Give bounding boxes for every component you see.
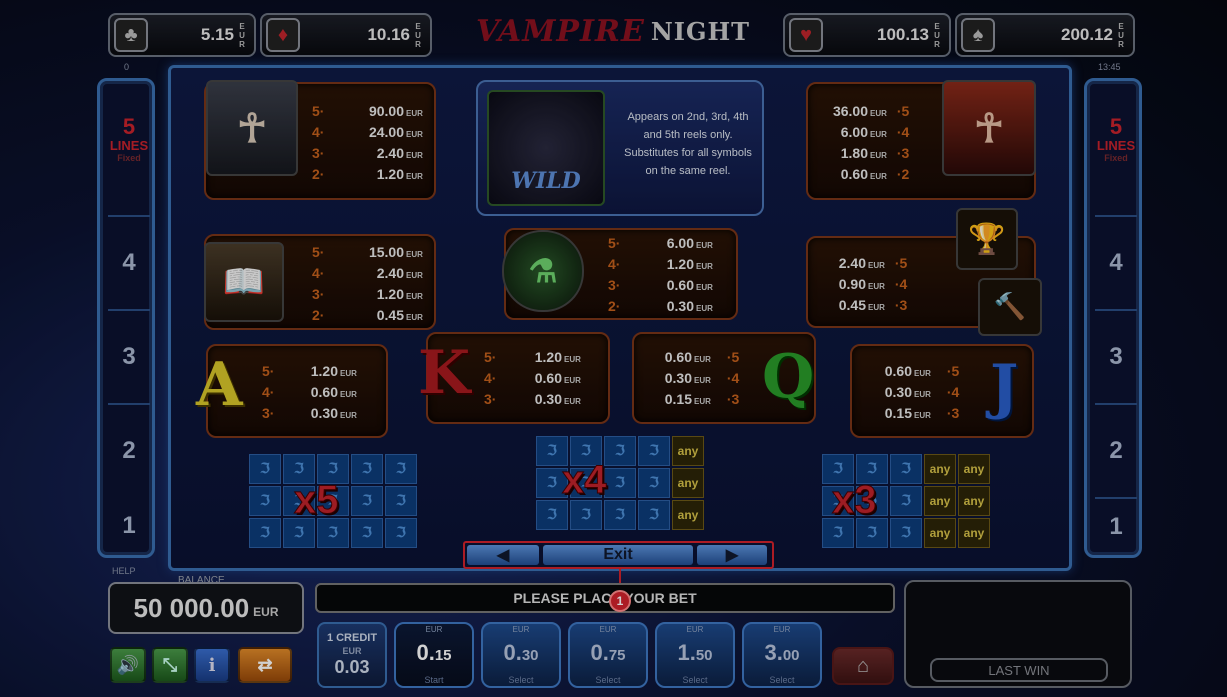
paytable-nav: ◀ Exit ▶ [463, 541, 774, 569]
balance-currency: EUR [253, 605, 279, 619]
line-number: 2 [108, 403, 150, 497]
jack-payouts: 0.60 EUR ·5 0.30 EUR ·4 0.15 EUR ·3 [884, 363, 960, 421]
sound-icon[interactable]: 🔊 [110, 647, 146, 683]
line-number: 1 [122, 512, 136, 539]
jackpot-currency: EUR [1118, 21, 1124, 49]
game-logo: VAMPIRE NIGHT [476, 10, 749, 52]
wild-wolf-icon: WILD [487, 90, 605, 206]
jackpot-clubs: ♣ 5.15 EUR [108, 13, 256, 57]
king-payouts: 5· 1.20 EUR 4· 0.60 EUR 3· 0.30 EUR [484, 349, 581, 407]
home-icon[interactable]: ⌂ [832, 647, 894, 685]
line-number: 4 [1095, 215, 1137, 309]
last-win-panel: LAST WIN [904, 580, 1132, 688]
line-number: 3 [108, 309, 150, 403]
book-payouts: 5· 15.00 EUR 4· 2.40 EUR 3· 1.20 EUR 2· 0.45 EUR [312, 244, 423, 323]
queen-letter-icon: Q [762, 342, 815, 412]
credit-display: 1 CREDIT EUR 0.03 [317, 622, 387, 688]
jackpot-spades: ♠ 200.12 EUR [955, 13, 1135, 57]
ace-letter-icon: A [196, 350, 243, 420]
jack-letter-icon: J [990, 352, 1019, 422]
lines-header: 5 LINES Fixed [1096, 114, 1136, 164]
next-page-button[interactable]: ▶ [697, 545, 767, 565]
logo-night: NIGHT [650, 16, 751, 46]
multiplier-x3: x3 [832, 478, 877, 523]
hearts-icon: ♥ [789, 18, 823, 52]
bet-button-0-75[interactable]: EUR 0.75 Select [568, 622, 648, 688]
jackpot-currency: EUR [239, 21, 245, 49]
last-win-label: LAST WIN [930, 658, 1108, 682]
lines-header: 5 LINES Fixed [109, 114, 149, 164]
jackpot-diamonds: ♦ 10.16 EUR [260, 13, 432, 57]
ace-payouts: 5· 1.20 EUR 4· 0.60 EUR 3· 0.30 EUR [262, 363, 357, 421]
spades-icon: ♠ [961, 18, 995, 52]
vampire-female-payouts: 36.00 EUR ·5 6.00 EUR ·4 1.80 EUR ·3 0.60 EUR ·2 [832, 103, 910, 182]
exit-button[interactable]: Exit [543, 545, 693, 565]
bet-button-1-50[interactable]: EUR 1.50 Select [655, 622, 735, 688]
jackpot-value: 100.13 [877, 25, 929, 44]
diamonds-icon: ♦ [266, 18, 300, 52]
bet-button-0-15[interactable]: EUR 0.15 Start [394, 622, 474, 688]
info-icon[interactable]: i [194, 647, 230, 683]
jackpot-currency: EUR [934, 21, 940, 49]
clubs-icon: ♣ [114, 18, 148, 52]
clock: 13:45 [1098, 62, 1121, 72]
jackpot-value: 5.15 [200, 25, 234, 44]
wild-description: Appears on 2nd, 3rd, 4th and 5th reels o… [624, 111, 752, 177]
king-letter-icon: K [418, 338, 471, 408]
lines-panel-left: 5 LINES Fixed 4 3 2 1 [97, 78, 155, 558]
potion-payouts: 5· 6.00 EUR 4· 1.20 EUR 3· 0.60 EUR 2· 0.30 EUR [608, 235, 713, 314]
jackpot-currency: EUR [415, 21, 421, 49]
line-number: 2 [1095, 403, 1137, 497]
potion-icon: ⚗ [502, 230, 584, 312]
chalice-stake-payouts: 2.40 EUR ·5 0.90 EUR ·4 0.45 EUR ·3 [838, 255, 908, 313]
bet-button-3-00[interactable]: EUR 3.00 Select [742, 622, 822, 688]
queen-payouts: 0.60 EUR ·5 0.30 EUR ·4 0.15 EUR ·3 [664, 349, 740, 407]
multiplier-x4: x4 [562, 458, 607, 503]
fullscreen-icon[interactable]: ⤡ [152, 647, 188, 683]
vampire-female-icon: ☥ [942, 80, 1036, 176]
gamble-icon[interactable]: ⇄ [238, 647, 292, 683]
line-number: 3 [1095, 309, 1137, 403]
multiplier-x5: x5 [294, 478, 339, 523]
logo-vampire: VAMPIRE [475, 13, 645, 49]
bet-button-0-30[interactable]: EUR 0.30 Select [481, 622, 561, 688]
lines-panel-right: 5 LINES Fixed 4 3 2 1 [1084, 78, 1142, 558]
help-label[interactable]: HELP [112, 566, 136, 576]
status-message: PLEASE PLACE YOUR BET [315, 583, 895, 613]
annotation-marker: 1 [609, 590, 631, 612]
chalice-icon: 🏆 [956, 208, 1018, 270]
prev-page-button[interactable]: ◀ [467, 545, 539, 565]
jackpot-value: 10.16 [367, 25, 410, 44]
line-number: 1 [1095, 497, 1137, 555]
jackpot-value: 200.12 [1061, 25, 1113, 44]
line-number: 4 [108, 215, 150, 309]
book-icon: 📖 [204, 242, 284, 322]
stake-hammer-icon: 🔨 [978, 278, 1042, 336]
balance-display: 50 000.00 EUR [108, 582, 304, 634]
vampire-male-icon: ☥ [206, 80, 298, 176]
vampire-male-payouts: 5· 90.00 EUR 4· 24.00 EUR 3· 2.40 EUR 2· 1.20 EU… [312, 103, 423, 182]
balance-value: 50 000.00 [133, 592, 250, 623]
zero-label: 0 [124, 62, 130, 72]
jackpot-hearts: ♥ 100.13 EUR [783, 13, 951, 57]
